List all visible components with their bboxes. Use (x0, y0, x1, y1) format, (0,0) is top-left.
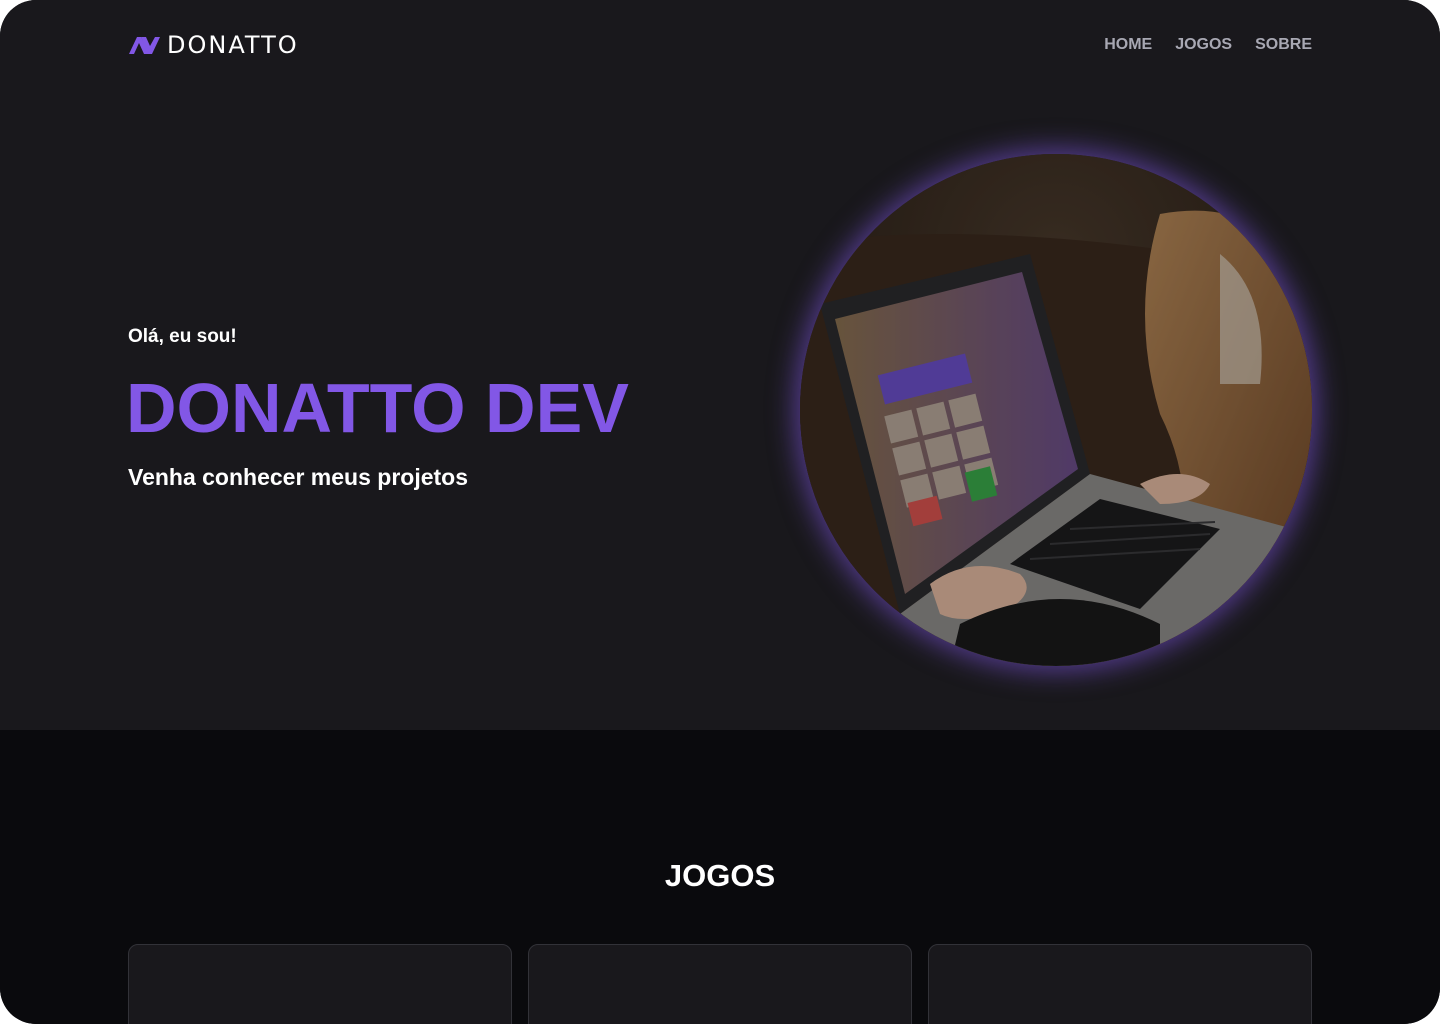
page: DONATTO HOME JOGOS SOBRE Olá, eu sou! DO… (0, 0, 1440, 1024)
hero-photo (800, 154, 1312, 666)
logo-wordmark: DONATTO (167, 31, 299, 59)
games-section: JOGOS (0, 730, 1440, 1024)
nav-sobre[interactable]: SOBRE (1255, 36, 1312, 54)
nav-home[interactable]: HOME (1104, 36, 1152, 54)
game-card[interactable] (928, 944, 1312, 1024)
hero-photo-illustration (800, 154, 1312, 666)
games-title: JOGOS (664, 858, 776, 893)
logo-icon (129, 37, 160, 54)
hero-section: DONATTO HOME JOGOS SOBRE Olá, eu sou! DO… (0, 0, 1440, 730)
hero-title: DONATTO DEV (126, 369, 629, 447)
nav-jogos[interactable]: JOGOS (1175, 36, 1232, 54)
hero-subtitle: Venha conhecer meus projetos (128, 464, 469, 490)
main-nav: HOME JOGOS SOBRE (1104, 30, 1312, 60)
logo[interactable]: DONATTO (128, 30, 299, 60)
game-card[interactable] (528, 944, 912, 1024)
game-card[interactable] (128, 944, 512, 1024)
site-header: DONATTO HOME JOGOS SOBRE (128, 30, 1312, 60)
hero-greeting: Olá, eu sou! (128, 326, 237, 347)
